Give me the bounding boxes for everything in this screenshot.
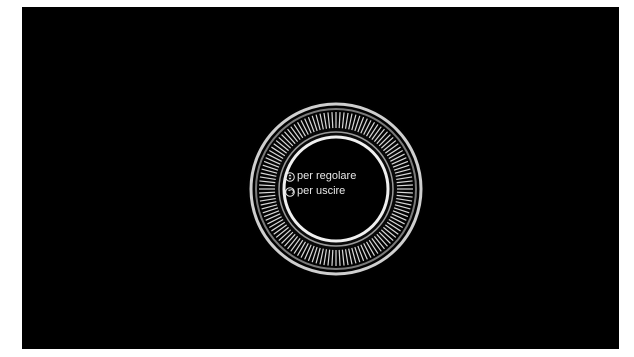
dial-tick [396,184,413,187]
dial-tick [396,191,413,194]
hint-adjust-label: per regolare [297,170,357,182]
dial-tick [331,112,334,129]
dial-tick [259,191,276,194]
dial-tick [259,184,276,187]
dial-tick [338,112,341,129]
back-icon [285,186,295,197]
dial-hints: per regolare per uscire [285,169,395,199]
hint-exit: per uscire [285,184,395,199]
hint-exit-label: per uscire [297,185,346,197]
dial-tick [338,249,341,266]
hint-adjust: per regolare [285,169,395,184]
dial-tick [331,249,334,266]
tv-screen: per regolare per uscire [22,7,619,349]
scroll-wheel-icon [285,171,295,182]
